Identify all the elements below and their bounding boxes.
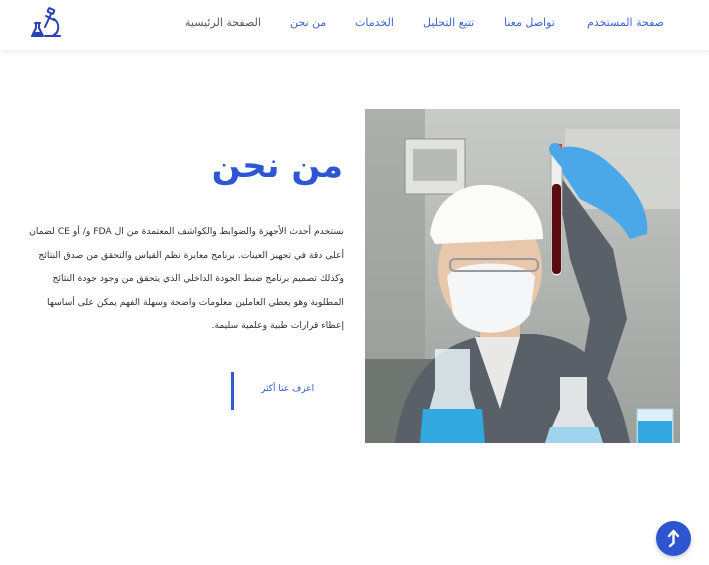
- nav-user-page[interactable]: صفحة المستخدم: [587, 16, 664, 29]
- scroll-to-top-button[interactable]: [656, 521, 691, 556]
- nav-track-analysis[interactable]: تتبع التحليل: [423, 16, 474, 29]
- about-title: من نحن: [211, 146, 343, 186]
- nav-home[interactable]: الصفحة الرئيسية: [185, 16, 261, 29]
- about-paragraph: نستخدم أحدث الأجهزة والضوابط والكواشف ال…: [29, 226, 344, 331]
- nav-about[interactable]: من نحن: [290, 16, 326, 29]
- arrow-up-icon: [667, 529, 680, 548]
- microscope-logo-icon[interactable]: [29, 6, 65, 42]
- nav-services[interactable]: الخدمات: [355, 16, 394, 29]
- button-accent-bar: [231, 372, 234, 410]
- learn-more-label: اعرف عنا أكثر: [261, 384, 315, 394]
- lab-scientist-image: [365, 109, 680, 443]
- top-navbar: صفحة المستخدم تواصل معنا تتبع التحليل ال…: [0, 0, 709, 50]
- nav-contact[interactable]: تواصل معنا: [504, 16, 555, 29]
- learn-more-button[interactable]: اعرف عنا أكثر: [231, 372, 331, 410]
